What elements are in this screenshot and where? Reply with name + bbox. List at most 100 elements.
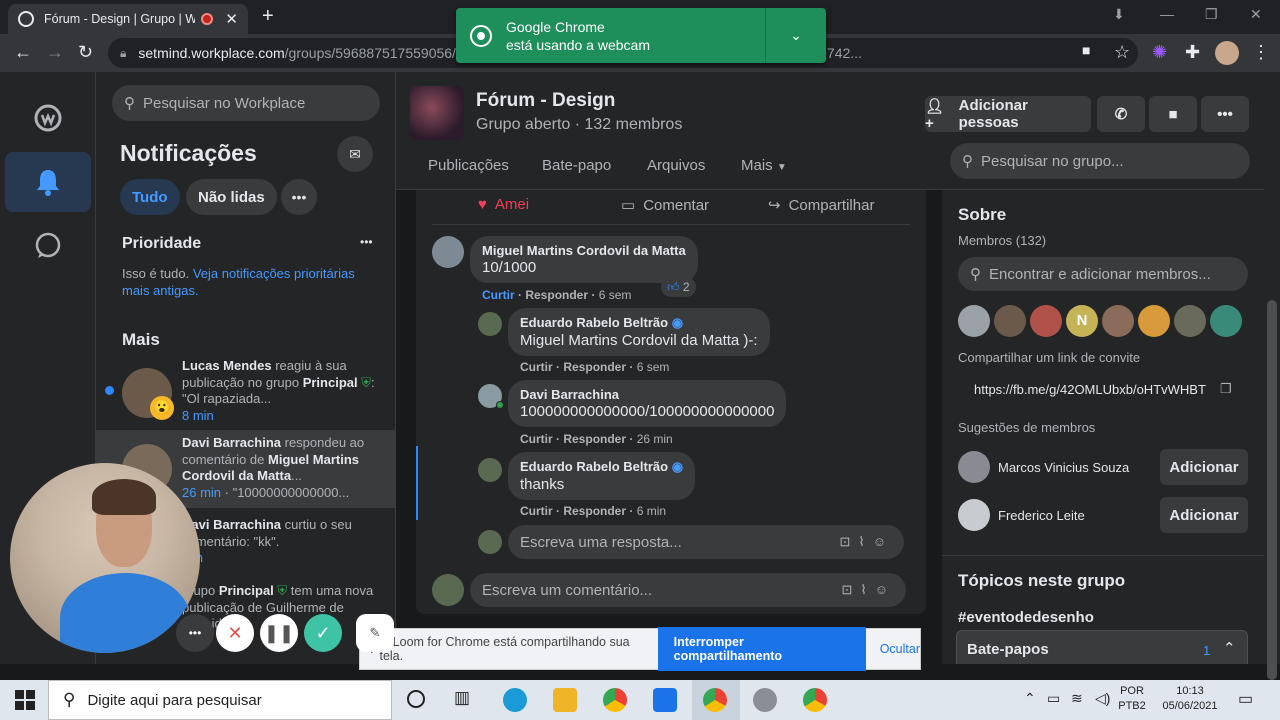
hide-button[interactable]: Ocultar	[880, 642, 920, 656]
add-member-button[interactable]: Adicionar	[1160, 449, 1248, 485]
clock[interactable]: 10:13 05/06/2021	[1155, 684, 1225, 714]
avatar[interactable]	[478, 312, 502, 336]
file-explorer-icon[interactable]	[553, 688, 577, 712]
back-icon[interactable]: ←	[14, 42, 32, 63]
member-avatar[interactable]	[1138, 305, 1170, 337]
workplace-search-input[interactable]: ⚲ Pesquisar no Workplace	[112, 85, 380, 121]
attach-icon[interactable]: ⌇	[860, 582, 874, 597]
member-avatar[interactable]	[958, 305, 990, 337]
chevron-up-icon[interactable]: ⌃	[1223, 639, 1236, 657]
member-avatar[interactable]: N	[1066, 305, 1098, 337]
language-indicator[interactable]: POR PTB2	[1116, 684, 1148, 714]
reply-link[interactable]: Responder	[563, 360, 626, 374]
browser-tab[interactable]: Fórum - Design | Grupo | Wo ✕	[8, 4, 248, 34]
avatar[interactable]	[958, 451, 990, 483]
love-reaction-button[interactable]: ♥ Amei	[478, 196, 529, 213]
chrome-menu-icon[interactable]: ⋮	[1252, 42, 1270, 63]
filter-all-tab[interactable]: Tudo	[120, 179, 180, 215]
volume-icon[interactable]: ◁)	[1095, 690, 1110, 707]
scrollbar[interactable]	[1264, 72, 1280, 680]
minimize-button[interactable]: —	[1160, 6, 1174, 22]
reply-input[interactable]: Escreva uma resposta... ⊡⌇☺	[508, 525, 904, 559]
comment-input[interactable]: Escreva um comentário... ⊡⌇☺	[470, 573, 906, 607]
wifi-icon[interactable]: ≋	[1071, 690, 1083, 707]
group-cover-image[interactable]	[410, 86, 464, 140]
suggestion-name[interactable]: Frederico Leite	[998, 508, 1085, 523]
bot-icon[interactable]: ⊡	[839, 534, 858, 549]
comment-author[interactable]: Eduardo Rabelo Beltrão ◉	[520, 459, 683, 475]
pause-recording-icon[interactable]: ❚❚	[260, 614, 298, 652]
forward-icon[interactable]: →	[46, 42, 64, 63]
extension-icon[interactable]: ✺	[1152, 42, 1167, 63]
chat-bubble-icon[interactable]	[5, 216, 91, 276]
chrome-icon[interactable]	[803, 688, 827, 712]
like-link[interactable]: Curtir	[520, 432, 553, 446]
webcam-bubble[interactable]	[10, 463, 200, 653]
invite-link[interactable]: https://fb.me/g/42OMLUbxb/oHTvWHBT	[974, 382, 1206, 397]
maximize-button[interactable]: ❐	[1205, 6, 1218, 23]
avatar[interactable]	[432, 236, 464, 268]
draw-tool-icon[interactable]: ✎	[356, 614, 394, 652]
like-link[interactable]: Curtir	[482, 288, 515, 302]
scrollbar-thumb[interactable]	[1267, 300, 1277, 680]
avatar[interactable]	[958, 499, 990, 531]
task-view-icon[interactable]: ▥	[454, 688, 470, 708]
member-avatar[interactable]	[1030, 305, 1062, 337]
reaction-count[interactable]: 👍︎ 2	[661, 277, 696, 297]
puzzle-extensions-icon[interactable]: ✚	[1185, 42, 1200, 63]
add-member-button[interactable]: Adicionar	[1160, 497, 1248, 533]
mark-all-read-icon[interactable]: ✉	[337, 136, 373, 172]
members-count[interactable]: Membros (132)	[958, 233, 1046, 248]
avatar[interactable]	[478, 458, 502, 482]
comment-author[interactable]: Miguel Martins Cordovil da Matta	[482, 243, 686, 258]
group-search-input[interactable]: ⚲ Pesquisar no grupo...	[950, 143, 1250, 179]
like-link[interactable]: Curtir	[520, 504, 553, 518]
attach-icon[interactable]: ⌇	[858, 534, 872, 549]
tab-more[interactable]: Mais ▼	[741, 157, 787, 174]
more-options-icon[interactable]: •••	[281, 179, 317, 215]
emoji-icon[interactable]: ☺	[875, 582, 896, 597]
member-avatar[interactable]	[1210, 305, 1242, 337]
group-name[interactable]: Fórum - Design	[476, 90, 615, 112]
emoji-icon[interactable]: ☺	[873, 534, 894, 549]
member-avatar[interactable]	[994, 305, 1026, 337]
filter-unread-tab[interactable]: Não lidas	[186, 179, 277, 215]
tab-chat[interactable]: Bate-papo	[542, 157, 611, 174]
settings-gear-icon[interactable]	[753, 688, 777, 712]
more-button[interactable]: •••	[1201, 96, 1249, 132]
finish-recording-icon[interactable]: ✓	[304, 614, 342, 652]
windows-start-icon[interactable]	[15, 690, 35, 715]
loom-more-icon[interactable]: •••	[176, 614, 214, 652]
stop-sharing-button[interactable]: Interromper compartilhamento	[657, 627, 866, 671]
copy-icon[interactable]: ❐	[1220, 381, 1232, 397]
chats-dock[interactable]: Bate-papos 1 ⌃	[956, 630, 1248, 664]
edge-icon[interactable]	[503, 688, 527, 712]
tab-files[interactable]: Arquivos	[647, 157, 705, 174]
like-link[interactable]: Curtir	[520, 360, 553, 374]
action-center-icon[interactable]: ▭	[1238, 689, 1253, 709]
taskbar-search-input[interactable]: ⚲ Digite aqui para pesquisar	[48, 680, 392, 720]
chrome-icon[interactable]	[603, 688, 627, 712]
mail-icon[interactable]	[653, 688, 677, 712]
close-window-button[interactable]: ✕	[1250, 6, 1262, 23]
new-tab-button[interactable]: +	[262, 5, 274, 28]
profile-avatar[interactable]	[1215, 41, 1239, 65]
reply-link[interactable]: Responder	[525, 288, 588, 302]
bot-icon[interactable]: ⊡	[841, 582, 860, 597]
notification-item[interactable]: 😮 Lucas Mendes reagiu à sua publicação n…	[96, 354, 395, 430]
workplace-logo-icon[interactable]	[5, 88, 91, 148]
member-avatar[interactable]	[1174, 305, 1206, 337]
add-people-button[interactable]: 👤︎+ Adicionar pessoas	[925, 96, 1091, 132]
share-button[interactable]: ↪ Compartilhar	[768, 196, 874, 215]
chrome-icon[interactable]	[703, 688, 727, 712]
notifications-bell-icon[interactable]	[5, 152, 91, 212]
comment-button[interactable]: ▭ Comentar	[621, 196, 709, 215]
cortana-icon[interactable]	[407, 690, 425, 708]
reply-link[interactable]: Responder	[563, 504, 626, 518]
cancel-recording-icon[interactable]: ✕	[216, 614, 254, 652]
comment-author[interactable]: Davi Barrachina	[520, 387, 774, 402]
profile-download-icon[interactable]: ⬇	[1113, 6, 1125, 23]
tab-close-icon[interactable]: ✕	[225, 10, 238, 28]
topic-hashtag[interactable]: #eventodedesenho	[958, 609, 1094, 626]
chevron-down-icon[interactable]: ⌄	[766, 27, 826, 44]
